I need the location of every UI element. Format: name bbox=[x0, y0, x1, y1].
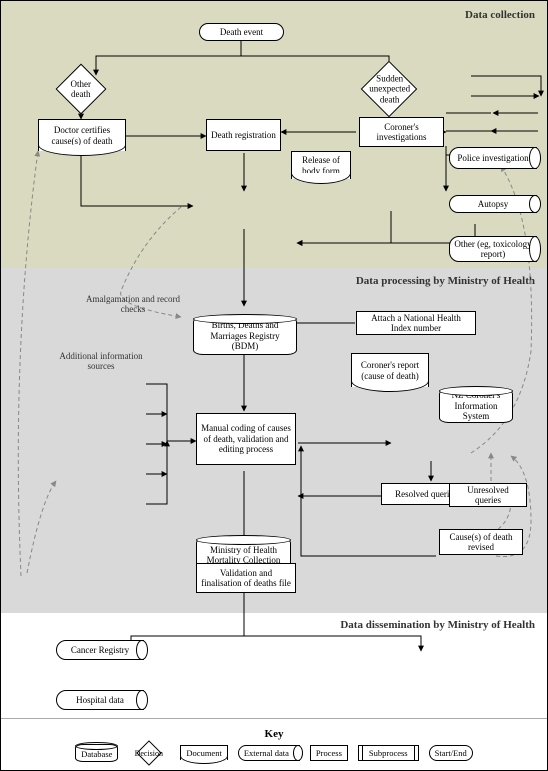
process-coroner-investigations: Coroner's investigations bbox=[359, 117, 444, 147]
ext-hospital: Hospital data bbox=[56, 690, 144, 710]
legend: Key Database Decision Document External … bbox=[1, 718, 547, 770]
flowchart-diagram: Data collection Data processing by Minis… bbox=[0, 0, 548, 771]
section-title-processing: Data processing by Ministry of Health bbox=[356, 275, 535, 287]
process-validation: Validation and finalisation of deaths fi… bbox=[196, 563, 296, 593]
key-process: Process bbox=[310, 745, 348, 761]
key-startend: Start/End bbox=[429, 745, 473, 761]
ext-cancer: Cancer Registry bbox=[56, 640, 144, 660]
key-decision: Decision bbox=[137, 740, 162, 765]
key-database: Database bbox=[75, 744, 118, 762]
ext-other-tox: Other (eg, toxicology report) bbox=[449, 236, 537, 262]
section-title-dissemination: Data dissemination by Ministry of Health bbox=[340, 619, 535, 631]
process-unresolved: Unresolved queries bbox=[449, 483, 527, 507]
process-nhi: Attach a National Health Index number bbox=[356, 311, 476, 335]
label-additional-sources: Additional information sources bbox=[51, 351, 151, 371]
section-title-collection: Data collection bbox=[465, 9, 535, 21]
ext-police: Police investigation bbox=[449, 147, 537, 169]
key-document: Document bbox=[180, 745, 227, 760]
doc-release-body-form: Release of body form bbox=[291, 151, 351, 179]
legend-row: Database Decision Document External data… bbox=[75, 744, 472, 762]
key-external: External data bbox=[238, 745, 300, 761]
start-death-event: Death event bbox=[199, 23, 284, 41]
db-bdm: Births, Deaths and Marriages Registry (B… bbox=[193, 317, 297, 355]
label-amalgamation: Amalgamation and record checks bbox=[83, 294, 183, 314]
doc-doctor-certifies: Doctor certifies cause(s) of death bbox=[38, 119, 126, 151]
legend-title: Key bbox=[265, 728, 284, 740]
process-death-registration: Death registration bbox=[206, 119, 281, 151]
process-revised: Cause(s) of death revised bbox=[439, 529, 523, 555]
db-nz-coroner: NZ Coroner's Information System bbox=[439, 389, 513, 423]
key-subprocess: Subprocess bbox=[358, 745, 419, 761]
ext-autopsy: Autopsy bbox=[449, 195, 537, 213]
doc-coroner-report: Coroner's report (cause of death) bbox=[351, 353, 429, 387]
process-manual-coding: Manual coding of causes of death, valida… bbox=[196, 413, 296, 465]
